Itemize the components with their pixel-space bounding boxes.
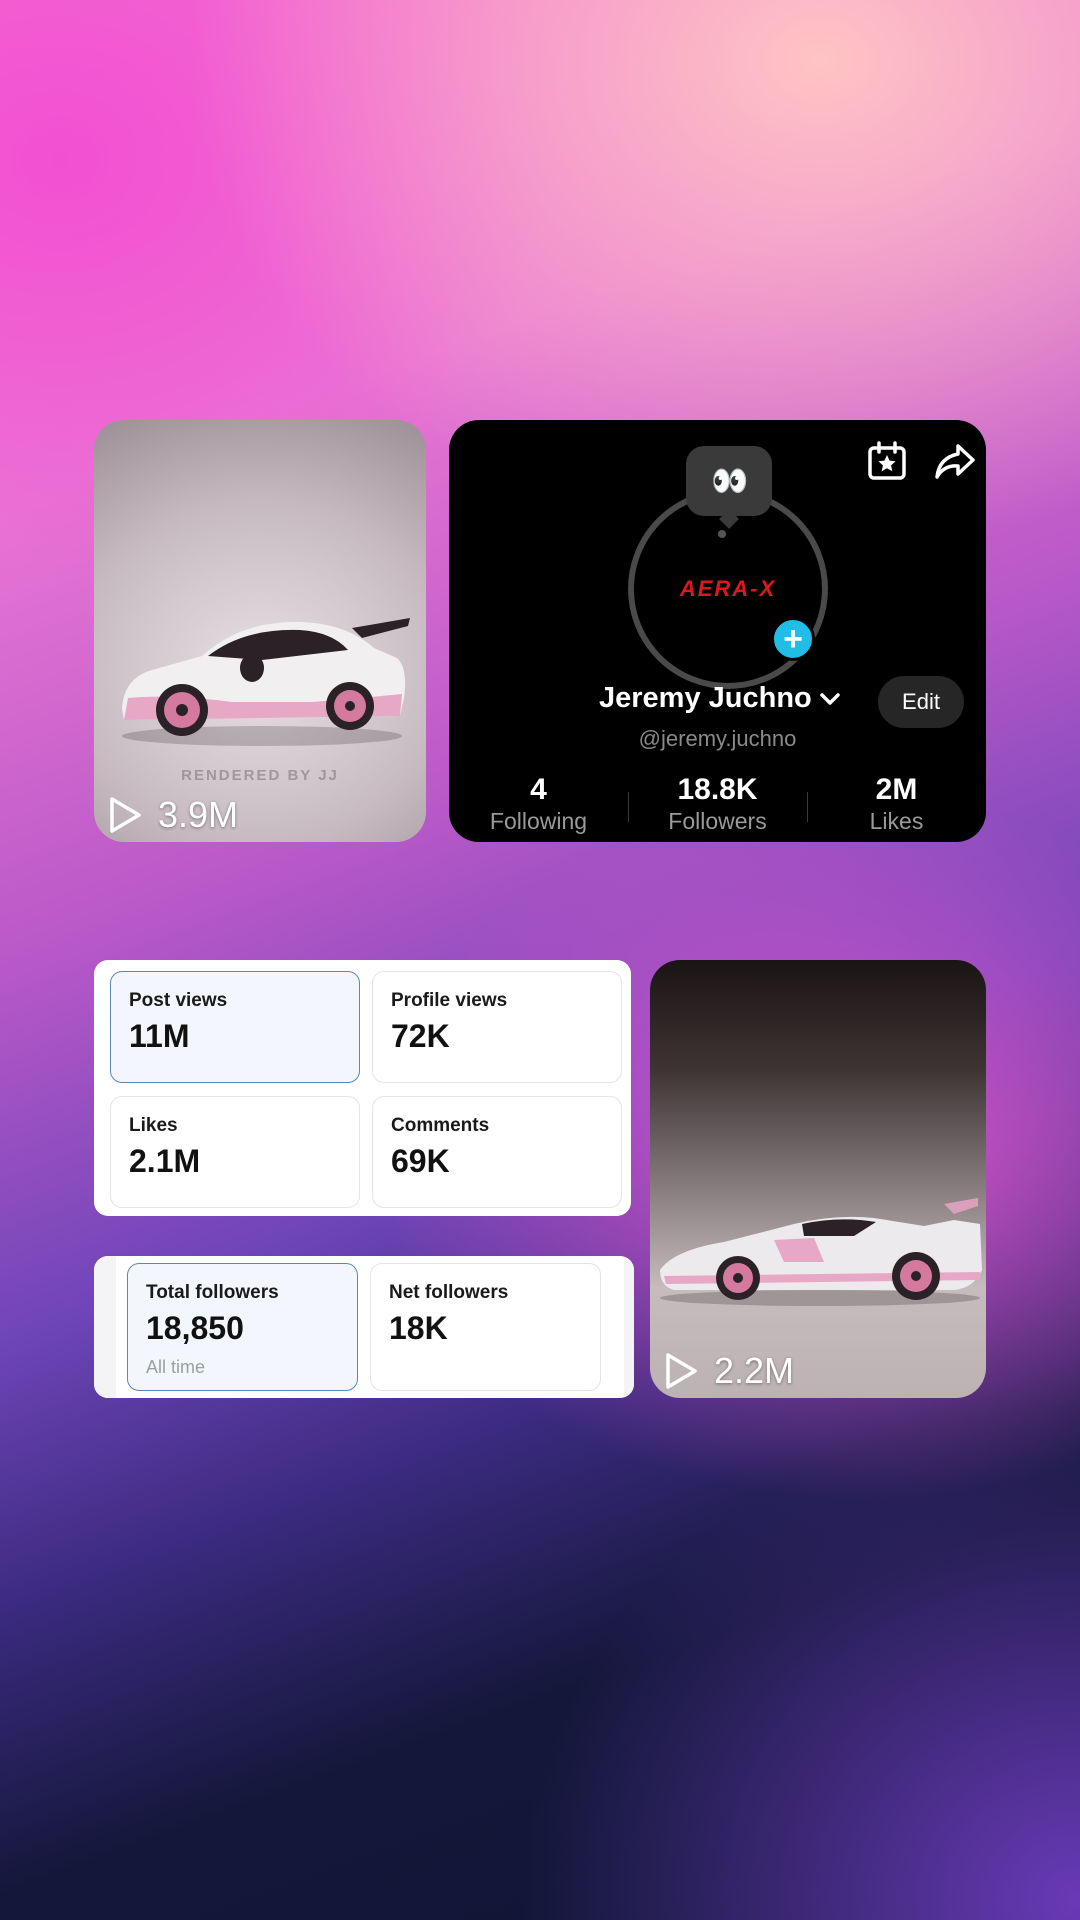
- metric-tile-post-views[interactable]: Post views 11M: [110, 971, 360, 1083]
- avatar-logo-text: AERA-X: [679, 576, 777, 601]
- metric-value: 18,850: [146, 1310, 244, 1346]
- metric-tile-net-followers[interactable]: Net followers 18K: [370, 1263, 601, 1391]
- view-count-value: 3.9M: [158, 794, 239, 835]
- scroll-edge-left: [94, 1256, 116, 1398]
- metric-label: Comments: [391, 1115, 490, 1136]
- stat-likes[interactable]: 2M Likes: [807, 774, 986, 836]
- metric-value: 11M: [129, 1018, 190, 1054]
- video-thumbnail-porsche[interactable]: RENDERED BY JJ 3.9M: [94, 420, 426, 842]
- stat-label: Followers: [668, 808, 767, 834]
- profile-name: Jeremy Juchno: [599, 682, 812, 714]
- plus-icon[interactable]: +: [771, 617, 815, 661]
- metric-label: Net followers: [389, 1282, 509, 1303]
- stat-following[interactable]: 4 Following: [449, 774, 628, 836]
- metric-value: 72K: [391, 1018, 450, 1054]
- stat-label: Likes: [869, 808, 924, 834]
- video-thumbnail-mclaren[interactable]: 2.2M: [650, 960, 986, 1398]
- share-icon[interactable]: [934, 440, 976, 482]
- metric-label: Post views: [129, 990, 228, 1011]
- scroll-edge-right: [624, 1256, 634, 1398]
- stat-followers[interactable]: 18.8K Followers: [628, 774, 807, 836]
- metric-value: 18K: [389, 1310, 448, 1346]
- metric-tile-total-followers[interactable]: Total followers 18,850 All time: [127, 1263, 358, 1391]
- followers-metrics-panel: Total followers 18,850 All time Net foll…: [94, 1256, 634, 1398]
- profile-stats: 4 Following 18.8K Followers 2M Likes: [449, 774, 986, 836]
- view-count-value: 2.2M: [714, 1350, 795, 1391]
- metric-tile-comments[interactable]: Comments 69K: [372, 1096, 622, 1208]
- metric-label: Profile views: [391, 990, 508, 1011]
- profile-card: AERA-X 👀 + Jeremy Juchno Edit @jeremy.ju…: [449, 420, 986, 842]
- metric-value: 69K: [391, 1143, 450, 1179]
- video-background: [650, 960, 986, 1398]
- view-count: 2.2M: [664, 1350, 794, 1392]
- stat-value: 2M: [875, 773, 918, 806]
- metric-label: Total followers: [146, 1282, 279, 1303]
- metric-tile-profile-views[interactable]: Profile views 72K: [372, 971, 622, 1083]
- play-icon: [666, 1353, 697, 1389]
- stat-value: 4: [530, 773, 547, 806]
- bubble-dot: [718, 530, 726, 538]
- play-icon: [110, 797, 141, 833]
- profile-name-row[interactable]: Jeremy Juchno: [599, 682, 842, 715]
- edit-profile-button[interactable]: Edit: [878, 676, 964, 728]
- stat-value: 18.8K: [677, 773, 758, 806]
- profile-handle: @jeremy.juchno: [449, 726, 986, 752]
- metric-tile-likes[interactable]: Likes 2.1M: [110, 1096, 360, 1208]
- chevron-down-icon: [820, 692, 840, 705]
- overview-metrics-panel: Post views 11M Profile views 72K Likes 2…: [94, 960, 631, 1216]
- view-count: 3.9M: [108, 794, 238, 836]
- car-image: [122, 618, 410, 746]
- stat-label: Following: [489, 808, 588, 834]
- metric-value: 2.1M: [129, 1143, 201, 1179]
- metric-label: Likes: [129, 1115, 178, 1136]
- calendar-star-icon[interactable]: [866, 440, 908, 482]
- metric-sublabel: All time: [146, 1357, 206, 1377]
- car-image: [660, 1198, 982, 1306]
- status-emoji: 👀: [711, 464, 748, 498]
- status-bubble[interactable]: 👀: [686, 446, 772, 516]
- profile-handle-text: @jeremy.juchno: [638, 726, 797, 751]
- video-watermark: RENDERED BY JJ: [181, 767, 339, 784]
